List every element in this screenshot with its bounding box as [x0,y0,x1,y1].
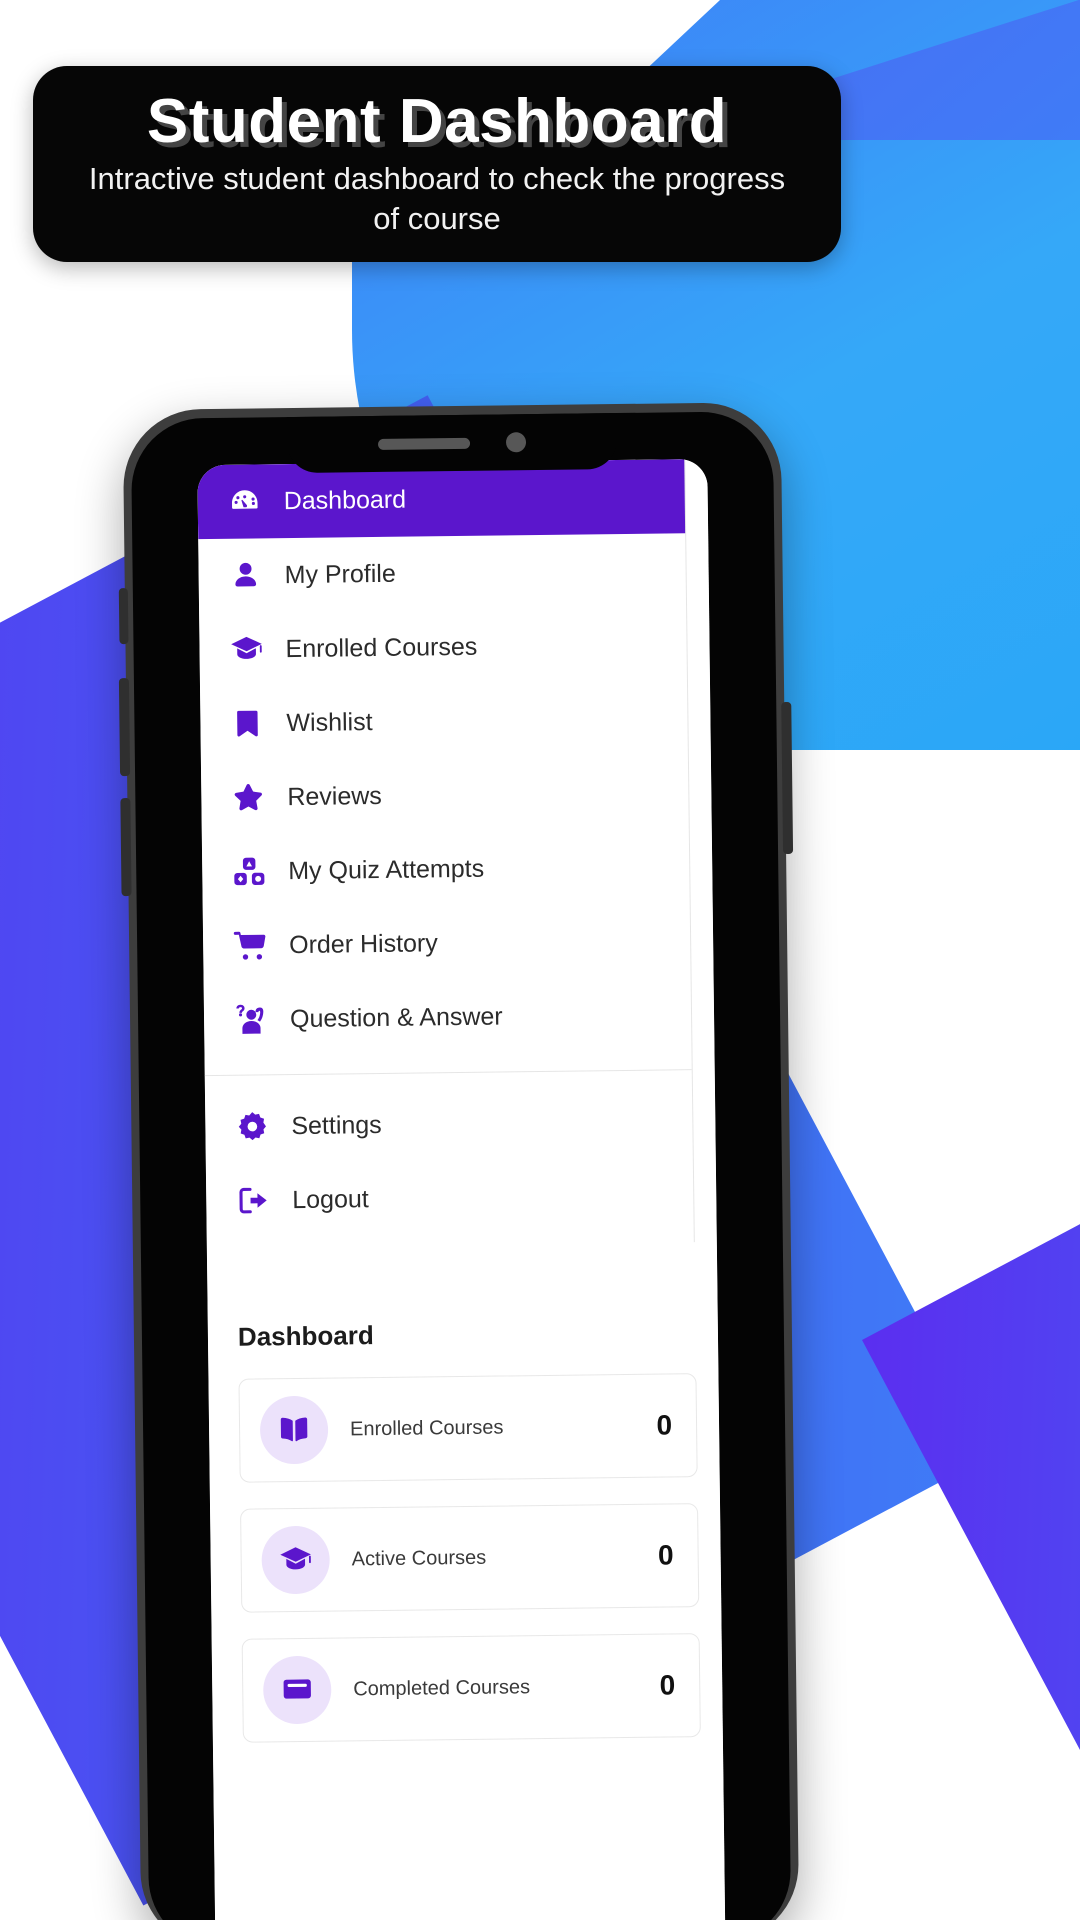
phone-mockup: Dashboard My Profile Enrolled Courses Wi… [118,402,800,1920]
app-viewport: Dashboard My Profile Enrolled Courses Wi… [197,458,726,1920]
sidebar-item-label: My Profile [284,559,396,589]
graduation-cap-icon [229,632,263,666]
graduation-cap-icon [261,1525,331,1595]
sidebar-item-label: Wishlist [286,707,373,737]
shopping-cart-icon [233,928,267,962]
sidebar-item-question-answer[interactable]: Question & Answer [204,977,692,1057]
sidebar-item-label: Enrolled Courses [285,632,478,663]
header-banner: Student Dashboard Intractive student das… [33,66,841,262]
gear-icon [235,1109,269,1143]
sidebar-item-label: Question & Answer [289,1001,503,1033]
sidebar-item-enrolled-courses[interactable]: Enrolled Courses [199,607,687,687]
phone-power-button[interactable] [781,701,794,855]
stat-card-enrolled-courses[interactable]: Enrolled Courses 0 [238,1373,698,1483]
stat-card-value: 0 [659,1669,676,1701]
phone-notch [286,413,618,474]
sidebar-divider [204,1069,692,1077]
page-subtitle: Intractive student dashboard to check th… [88,160,786,236]
phone-volume-down-button[interactable] [120,798,132,897]
sidebar-item-logout[interactable]: Logout [206,1158,694,1238]
sidebar-item-settings[interactable]: Settings [205,1084,693,1164]
bookmark-icon [230,706,264,740]
sidebar-item-label: Dashboard [283,485,407,515]
stat-card-value: 0 [657,1539,674,1571]
sidebar-item-label: My Quiz Attempts [288,854,485,885]
stat-card-value: 0 [656,1409,673,1441]
sidebar-item-my-quiz-attempts[interactable]: My Quiz Attempts [202,829,690,909]
sidebar-item-label: Logout [292,1184,369,1214]
front-camera-icon [505,432,527,453]
logout-arrow-icon [236,1183,270,1217]
sidebar-item-dashboard[interactable]: Dashboard [197,459,686,540]
star-icon [231,780,265,814]
dashboard-gauge-icon [228,484,262,518]
poster-canvas: Student Dashboard Intractive student das… [0,0,1080,1920]
phone-screen: Dashboard My Profile Enrolled Courses Wi… [197,458,726,1920]
open-book-icon [259,1395,329,1465]
sidebar-item-my-profile[interactable]: My Profile [198,533,686,613]
sidebar-item-reviews[interactable]: Reviews [201,755,689,835]
sidebar-item-order-history[interactable]: Order History [203,903,691,983]
sidebar-item-label: Reviews [287,781,383,811]
certificate-icon [262,1655,332,1725]
stat-card-label: Enrolled Courses [349,1416,504,1440]
stat-card-completed-courses[interactable]: Completed Courses 0 [241,1633,701,1743]
stat-card-active-courses[interactable]: Active Courses 0 [240,1503,700,1613]
sidebar-menu: Dashboard My Profile Enrolled Courses Wi… [197,459,695,1249]
speaker-grille-icon [377,437,471,450]
quiz-blocks-icon [232,854,266,888]
section-heading: Dashboard [237,1320,374,1352]
sidebar-item-label: Settings [291,1110,382,1140]
page-title: Student Dashboard [146,86,728,156]
phone-mute-button[interactable] [118,588,129,645]
sidebar-item-wishlist[interactable]: Wishlist [200,681,688,761]
stat-card-label: Completed Courses [353,1675,531,1700]
sidebar-item-label: Order History [288,928,438,959]
user-icon [228,558,262,592]
question-person-icon [234,1002,268,1036]
stat-card-label: Active Courses [351,1546,487,1570]
dashboard-content: Dashboard Enrolled Courses 0 Active Cour… [208,1316,723,1743]
phone-volume-up-button[interactable] [118,678,131,777]
